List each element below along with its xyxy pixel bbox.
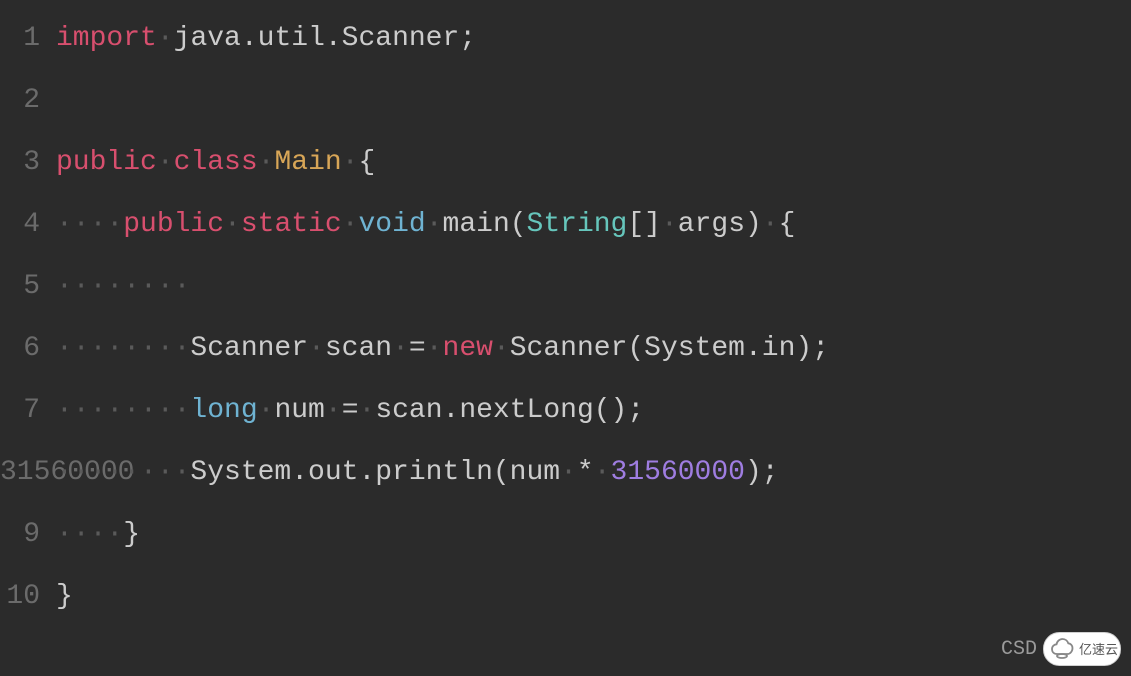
whitespace-dot: ····: [56, 209, 123, 240]
whitespace-dot: ·: [342, 209, 359, 240]
whitespace-dot: ·: [359, 395, 376, 426]
code-editor: 1 2 3 4 5 6 7 31560000 9 10 import·java.…: [0, 0, 1131, 676]
whitespace-dot: ·: [426, 333, 443, 364]
whitespace-dot: ·: [157, 147, 174, 178]
keyword-public: public: [123, 209, 224, 240]
var-name: num: [274, 395, 324, 426]
whitespace-dot: ····: [56, 519, 123, 550]
keyword-class: class: [174, 147, 258, 178]
whitespace-dot: ·: [392, 333, 409, 364]
operator: *: [577, 457, 594, 488]
line-number: 2: [0, 70, 48, 132]
brace-open: {: [359, 147, 376, 178]
code-text: scan.nextLong();: [375, 395, 644, 426]
whitespace-dot: ·: [661, 209, 678, 240]
whitespace-dot: ········: [56, 395, 190, 426]
code-line: [56, 70, 1131, 132]
watermark: CSD 亿速云: [1001, 632, 1121, 666]
whitespace-dot: ·: [258, 395, 275, 426]
line-number: 9: [0, 504, 48, 566]
keyword-new: new: [443, 333, 493, 364]
brace-open: {: [779, 209, 796, 240]
type-string: String: [527, 209, 628, 240]
whitespace-dot: ·: [325, 395, 342, 426]
var-name: scan: [325, 333, 392, 364]
code-line: ········long·num·=·scan.nextLong();: [56, 380, 1131, 442]
keyword-import: import: [56, 23, 157, 54]
equals: =: [409, 333, 426, 364]
keyword-long: long: [190, 395, 257, 426]
brackets: []: [627, 209, 661, 240]
code-line: ····}: [56, 504, 1131, 566]
watermark-cloud-text: 亿速云: [1079, 642, 1118, 657]
line-number: 7: [0, 380, 48, 442]
whitespace-dot: ·: [560, 457, 577, 488]
code-text: java.util.Scanner;: [174, 23, 476, 54]
cloud-icon: 亿速云: [1043, 632, 1121, 666]
whitespace-dot: ········: [56, 333, 190, 364]
line-number: 10: [0, 566, 48, 628]
brace-close: }: [123, 519, 140, 550]
line-number: 5: [0, 256, 48, 318]
code-line: ········: [56, 256, 1131, 318]
code-line: ········Scanner·scan·=·new·Scanner(Syste…: [56, 318, 1131, 380]
code-text: System.out.println(num: [190, 457, 560, 488]
line-number: 6: [0, 318, 48, 380]
whitespace-dot: ·: [762, 209, 779, 240]
whitespace-dot: ·: [224, 209, 241, 240]
code-line: import·java.util.Scanner;: [56, 8, 1131, 70]
line-number: 1: [0, 8, 48, 70]
whitespace-dot: ·: [258, 147, 275, 178]
line-number: 4: [0, 194, 48, 256]
code-text: Scanner: [190, 333, 308, 364]
code-text: );: [745, 457, 779, 488]
whitespace-dot: ········: [56, 271, 190, 302]
whitespace-dot: ·: [342, 147, 359, 178]
line-number: 31560000: [0, 442, 48, 504]
line-gutter: 1 2 3 4 5 6 7 31560000 9 10: [0, 0, 48, 676]
whitespace-dot: ········: [56, 457, 190, 488]
whitespace-dot: ·: [493, 333, 510, 364]
line-number: 3: [0, 132, 48, 194]
code-line: }: [56, 566, 1131, 628]
number-literal: 31560000: [611, 457, 745, 488]
code-text: Scanner(System.in);: [510, 333, 829, 364]
code-line: ····public·static·void·main(String[]·arg…: [56, 194, 1131, 256]
param-name: args): [678, 209, 762, 240]
whitespace-dot: ·: [308, 333, 325, 364]
code-area: import·java.util.Scanner; public·class·M…: [48, 0, 1131, 676]
code-line: ········System.out.println(num·*·3156000…: [56, 442, 1131, 504]
whitespace-dot: ·: [157, 23, 174, 54]
keyword-void: void: [359, 209, 426, 240]
watermark-csdn: CSD: [1001, 638, 1037, 661]
code-line: public·class·Main·{: [56, 132, 1131, 194]
brace-close: }: [56, 581, 73, 612]
equals: =: [342, 395, 359, 426]
whitespace-dot: ·: [426, 209, 443, 240]
class-name: Main: [274, 147, 341, 178]
keyword-static: static: [241, 209, 342, 240]
method-name: main(: [443, 209, 527, 240]
keyword-public: public: [56, 147, 157, 178]
whitespace-dot: ·: [594, 457, 611, 488]
